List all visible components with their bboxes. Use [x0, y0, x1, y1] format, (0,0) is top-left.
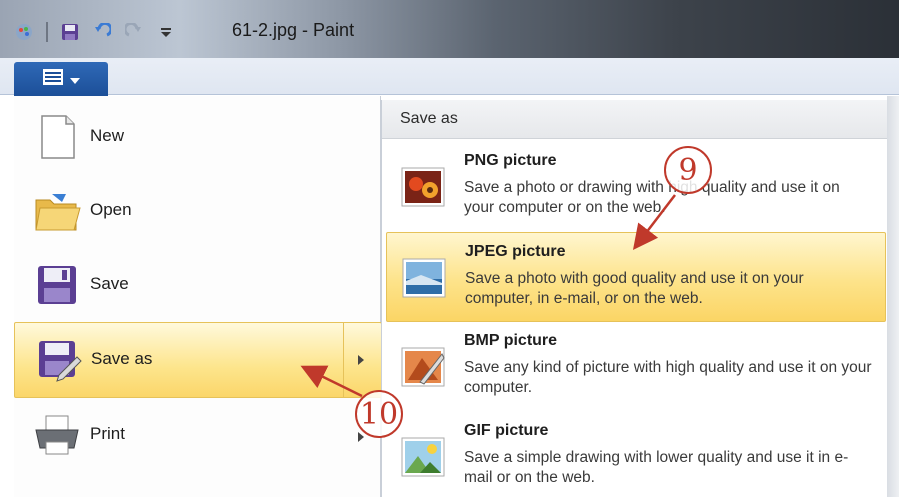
save-as-submenu: Save as PNG picture Save a photo or draw… [381, 100, 888, 497]
save-as-icon [33, 335, 83, 385]
save-icon[interactable] [60, 22, 80, 42]
chevron-right-icon [358, 355, 364, 365]
format-title: GIF picture [464, 422, 549, 439]
menu-item-print[interactable]: Print [14, 398, 380, 472]
app-menu-pane: New Open Save Save as Print [14, 96, 382, 497]
window-title: 61-2.jpg - Paint [232, 20, 355, 40]
submenu-title: Save as [400, 110, 458, 127]
menu-item-label: Open [90, 200, 132, 219]
qat-separator [46, 22, 48, 42]
menu-item-new[interactable]: New [14, 100, 380, 174]
submenu-header: Save as [382, 100, 888, 139]
redo-icon[interactable] [124, 22, 144, 42]
jpeg-picture-icon [401, 255, 447, 301]
menu-item-label: New [90, 126, 125, 145]
app-menu-button[interactable] [14, 62, 108, 96]
window-edge [887, 96, 899, 497]
chevron-down-icon [70, 70, 80, 89]
format-option-gif[interactable]: GIF picture Save a simple drawing with l… [386, 412, 884, 500]
callout-9: 9 [664, 146, 712, 194]
menu-item-label: Save [90, 274, 129, 293]
callout-10: 10 [355, 390, 403, 438]
menu-item-label: Print [90, 424, 125, 443]
menu-item-save-as[interactable]: Save as [14, 322, 382, 398]
format-option-jpeg[interactable]: JPEG picture Save a photo with good qual… [386, 232, 886, 322]
png-picture-icon [400, 164, 446, 210]
menu-item-open[interactable]: Open [14, 174, 380, 248]
format-option-bmp[interactable]: BMP picture Save any kind of picture wit… [386, 322, 884, 410]
gif-picture-icon [400, 434, 446, 480]
format-title: PNG picture [464, 152, 557, 169]
customize-dropdown-icon[interactable] [156, 22, 176, 42]
format-title: BMP picture [464, 332, 558, 349]
undo-icon[interactable] [92, 22, 112, 42]
format-option-png[interactable]: PNG picture Save a photo or drawing with… [386, 142, 884, 230]
printer-icon [32, 410, 82, 460]
save-disk-icon [32, 260, 82, 310]
bmp-picture-icon [400, 344, 446, 390]
submenu-arrow-button[interactable] [343, 323, 382, 397]
format-description: Save a photo with good quality and use i… [465, 270, 804, 307]
chevron-right-icon [358, 432, 364, 442]
ribbon-tab-row [0, 58, 899, 95]
menu-item-label: Save as [91, 349, 153, 368]
title-bar: 61-2.jpg - Paint [0, 0, 899, 58]
menu-icon [42, 68, 64, 90]
quick-access-toolbar [14, 22, 176, 42]
format-title: JPEG picture [465, 243, 566, 260]
format-description: Save a simple drawing with lower quality… [464, 449, 849, 486]
menu-item-save[interactable]: Save [14, 248, 380, 322]
paint-app-icon[interactable] [14, 22, 34, 42]
open-folder-icon [32, 186, 82, 236]
format-description: Save any kind of picture with high quali… [464, 359, 872, 396]
new-document-icon [32, 112, 82, 162]
